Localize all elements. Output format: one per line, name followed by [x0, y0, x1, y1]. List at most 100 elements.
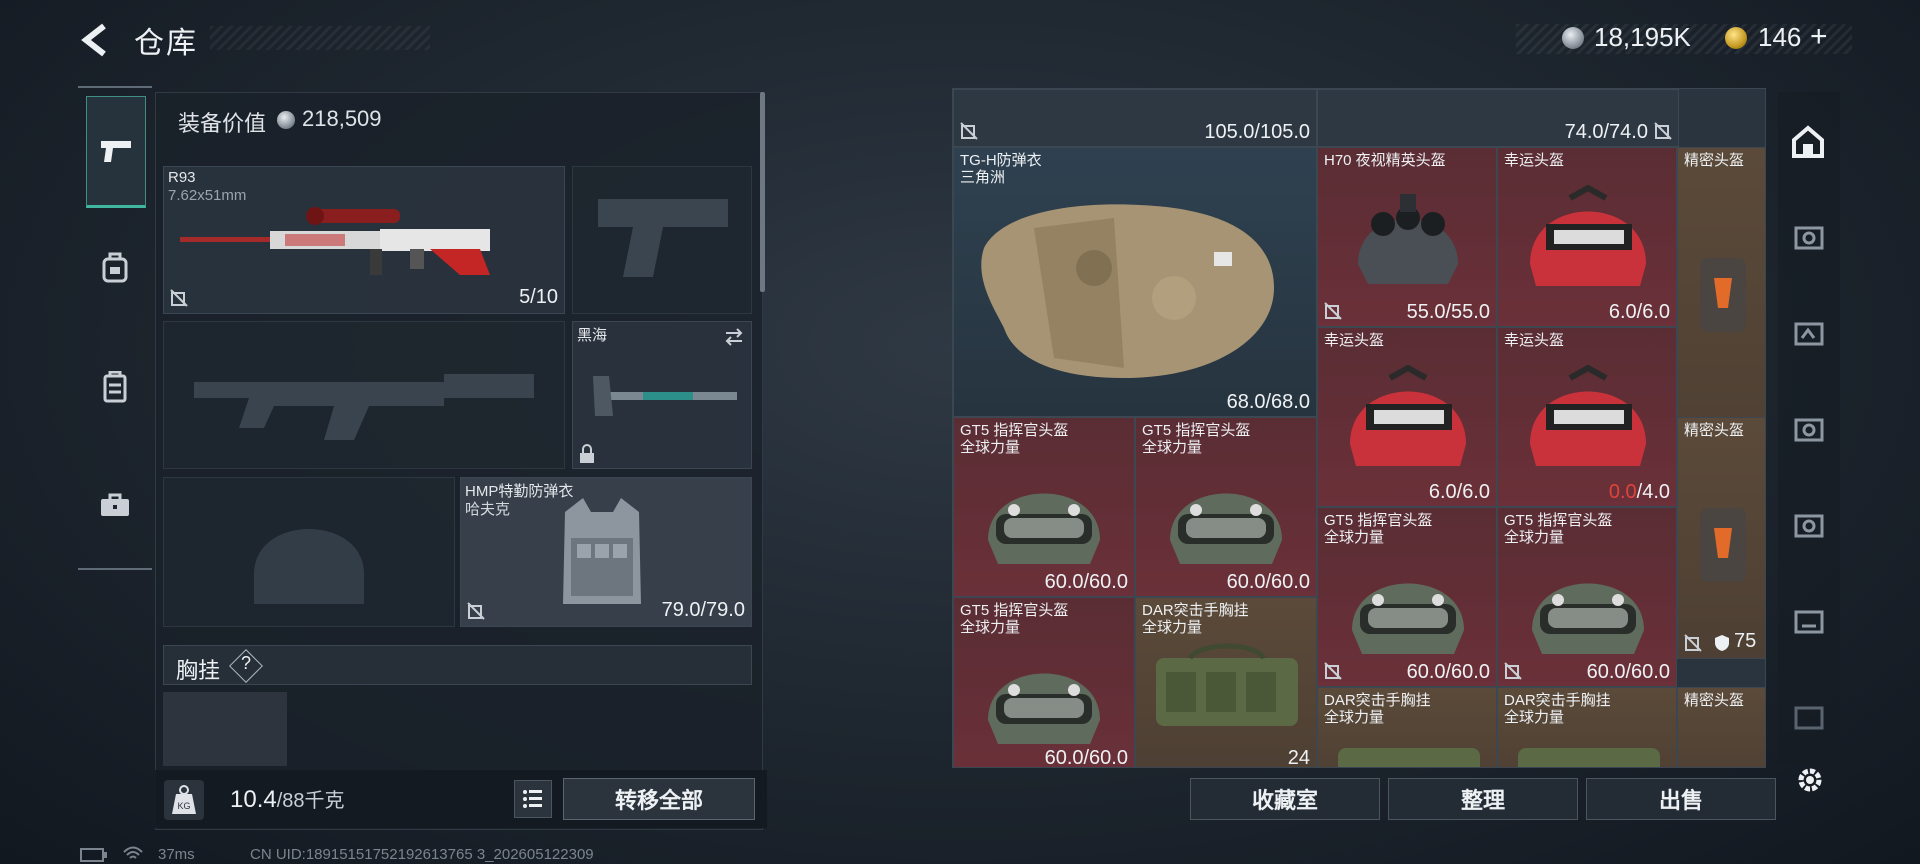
- chest-rig-slot[interactable]: [163, 692, 287, 766]
- loadout-scrollbar[interactable]: [760, 92, 765, 292]
- stash-item-gt5-helmet[interactable]: GT5 指挥官头盔 全球力量 60.0/60.0: [1497, 507, 1677, 687]
- weight-current: 10.4: [230, 786, 277, 813]
- back-arrow-icon[interactable]: [78, 20, 112, 60]
- stash-item-gt5-helmet[interactable]: GT5 指挥官头盔 全球力量 60.0/60.0: [1135, 417, 1317, 597]
- stash-item-dar-rig[interactable]: DAR突击手胸挂 全球力量: [1497, 687, 1677, 767]
- stash-item-gt5-helmet[interactable]: GT5 指挥官头盔 全球力量 60.0/60.0: [953, 417, 1135, 597]
- stash-item-dar-rig[interactable]: DAR突击手胸挂 全球力量: [1317, 687, 1497, 767]
- transfer-all-button[interactable]: 转移全部: [563, 778, 755, 820]
- no-insure-icon: [1324, 302, 1342, 320]
- stash-item-precise-helmet[interactable]: 精密头盔 75: [1677, 417, 1765, 659]
- list-view-button[interactable]: [514, 780, 552, 818]
- svg-text:KG: KG: [177, 801, 190, 811]
- pistol-icon: [101, 141, 131, 162]
- precise-helmet-image: [1700, 508, 1746, 582]
- stash-tab-iv-icon[interactable]: [1788, 600, 1828, 640]
- sell-button[interactable]: 出售: [1586, 778, 1776, 820]
- stash-tab-v-icon[interactable]: [1788, 408, 1828, 448]
- item-durability: 60.0/60.0: [1406, 661, 1490, 683]
- no-insure-icon: [1654, 122, 1672, 140]
- coin-balance: 18,195K: [1594, 22, 1691, 52]
- user-uid: CN UID:18915151752192613765 3_2026051223…: [250, 846, 594, 863]
- stash-tab-v-icon[interactable]: [1788, 216, 1828, 256]
- primary-weapon-slot[interactable]: R93 7.62x51mm 5/10: [163, 166, 565, 314]
- weight-kg-icon: KG: [164, 780, 204, 820]
- no-insure-icon: [960, 122, 978, 140]
- stash-home-icon[interactable]: [1788, 122, 1828, 162]
- lock-icon: [580, 444, 594, 463]
- add-currency-button[interactable]: +: [1810, 20, 1828, 54]
- stash-tab-iv-icon[interactable]: [1788, 696, 1828, 736]
- secondary-weapon-slot-empty[interactable]: [163, 321, 565, 469]
- lucky-helmet-image: [1530, 364, 1646, 466]
- stash-item-tgh-armor[interactable]: TG-H防弹衣 三角洲 68.0/68.0: [953, 147, 1317, 417]
- armor-durability: 79.0/79.0: [661, 599, 745, 621]
- stash-item-lucky-helmet[interactable]: 幸运头盔 0.0/4.0: [1497, 327, 1677, 507]
- title-decoration: [210, 26, 430, 50]
- loadout-value: 218,509: [302, 106, 382, 131]
- nav-tab-chest-rig[interactable]: [86, 358, 144, 416]
- stash-tab-v-icon[interactable]: [1788, 504, 1828, 544]
- item-name: DAR突击手胸挂 全球力量: [1142, 602, 1249, 636]
- armor-vest-image: [981, 204, 1274, 378]
- silver-coin-icon: [1562, 27, 1584, 49]
- settings-gear-icon[interactable]: [1794, 764, 1826, 796]
- help-mark: ?: [241, 653, 252, 673]
- weight-max: /88千克: [276, 790, 345, 812]
- stash-item[interactable]: 105.0/105.0: [953, 89, 1317, 147]
- item-name: 精密头盔: [1684, 152, 1745, 169]
- stash-item[interactable]: 74.0/74.0: [1317, 89, 1679, 147]
- gt5-helmet-image: [1170, 493, 1282, 564]
- collection-room-button[interactable]: 收藏室: [1190, 778, 1380, 820]
- nav-tab-weapons[interactable]: [86, 96, 146, 208]
- stash-item-lucky-helmet[interactable]: 幸运头盔 6.0/6.0: [1317, 327, 1497, 507]
- lucky-helmet-image: [1530, 184, 1646, 286]
- sort-button[interactable]: 整理: [1388, 778, 1578, 820]
- item-name: DAR突击手胸挂 全球力量: [1504, 692, 1611, 726]
- stash-item-dar-rig[interactable]: DAR突击手胸挂 全球力量 24: [1135, 597, 1317, 767]
- stash-item-h70-helmet[interactable]: H70 夜视精英头盔 55.0/55.0: [1317, 147, 1497, 327]
- no-insure-icon: [1504, 662, 1522, 680]
- item-durability: 60.0/60.0: [1226, 571, 1310, 593]
- stash-item-precise-helmet[interactable]: 精密头盔: [1677, 687, 1765, 767]
- ammo-count: 5/10: [519, 286, 558, 308]
- chest-rig-image: [1338, 748, 1480, 767]
- gt5-helmet-image: [1532, 583, 1644, 654]
- stash-grid: 105.0/105.0 74.0/74.0 TG-H防弹衣 三角洲 68.0/68…: [952, 88, 1766, 768]
- nav-divider-top: [78, 86, 152, 88]
- silver-coin-icon: [277, 111, 295, 129]
- armor-vest-image: [563, 498, 641, 604]
- shield-icon: [1715, 635, 1729, 651]
- chest-rig-icon: [103, 371, 127, 403]
- page-title: 仓库: [134, 26, 198, 61]
- nav-tab-secure-case[interactable]: [86, 476, 144, 534]
- item-durability: 60.0/60.0: [1044, 571, 1128, 593]
- stash-item-gt5-helmet[interactable]: GT5 指挥官头盔 全球力量 60.0/60.0: [953, 597, 1135, 767]
- stash-scrollbar[interactable]: [1765, 179, 1766, 299]
- item-durability: 68.0/68.0: [1226, 391, 1310, 413]
- item-name: GT5 指挥官头盔 全球力量: [1504, 512, 1613, 546]
- r93-rifle-image: [180, 207, 490, 275]
- pistol-silhouette-icon: [598, 199, 728, 277]
- item-name: GT5 指挥官头盔 全球力量: [960, 422, 1069, 456]
- no-insure-icon: [467, 602, 485, 620]
- stash-item-lucky-helmet[interactable]: 幸运头盔 6.0/6.0: [1497, 147, 1677, 327]
- armor-slot[interactable]: HMP特勤防弹衣 哈夫克 79.0/79.0: [460, 477, 752, 627]
- lucky-helmet-image: [1350, 364, 1466, 466]
- item-durability: 55.0/55.0: [1406, 301, 1490, 323]
- swap-icon[interactable]: [723, 326, 745, 348]
- chest-rig-image: [1156, 643, 1298, 726]
- gt5-helmet-image: [988, 673, 1100, 744]
- stash-item-gt5-helmet[interactable]: GT5 指挥官头盔 全球力量 60.0/60.0: [1317, 507, 1497, 687]
- precise-helmet-image: [1700, 258, 1746, 332]
- helmet-slot-empty[interactable]: [163, 477, 455, 627]
- loadout-value-label: 装备价值: [178, 111, 267, 136]
- battery-icon: [80, 848, 107, 862]
- pistol-slot-empty[interactable]: [572, 166, 752, 314]
- item-name: 精密头盔: [1684, 692, 1745, 709]
- nav-tab-backpack[interactable]: [86, 238, 144, 296]
- carry-weight: 10.4/88千克: [230, 784, 345, 814]
- melee-slot[interactable]: 黑海: [572, 321, 752, 469]
- stash-tab-iv-icon[interactable]: [1788, 312, 1828, 352]
- shield-value: 75: [1734, 630, 1757, 652]
